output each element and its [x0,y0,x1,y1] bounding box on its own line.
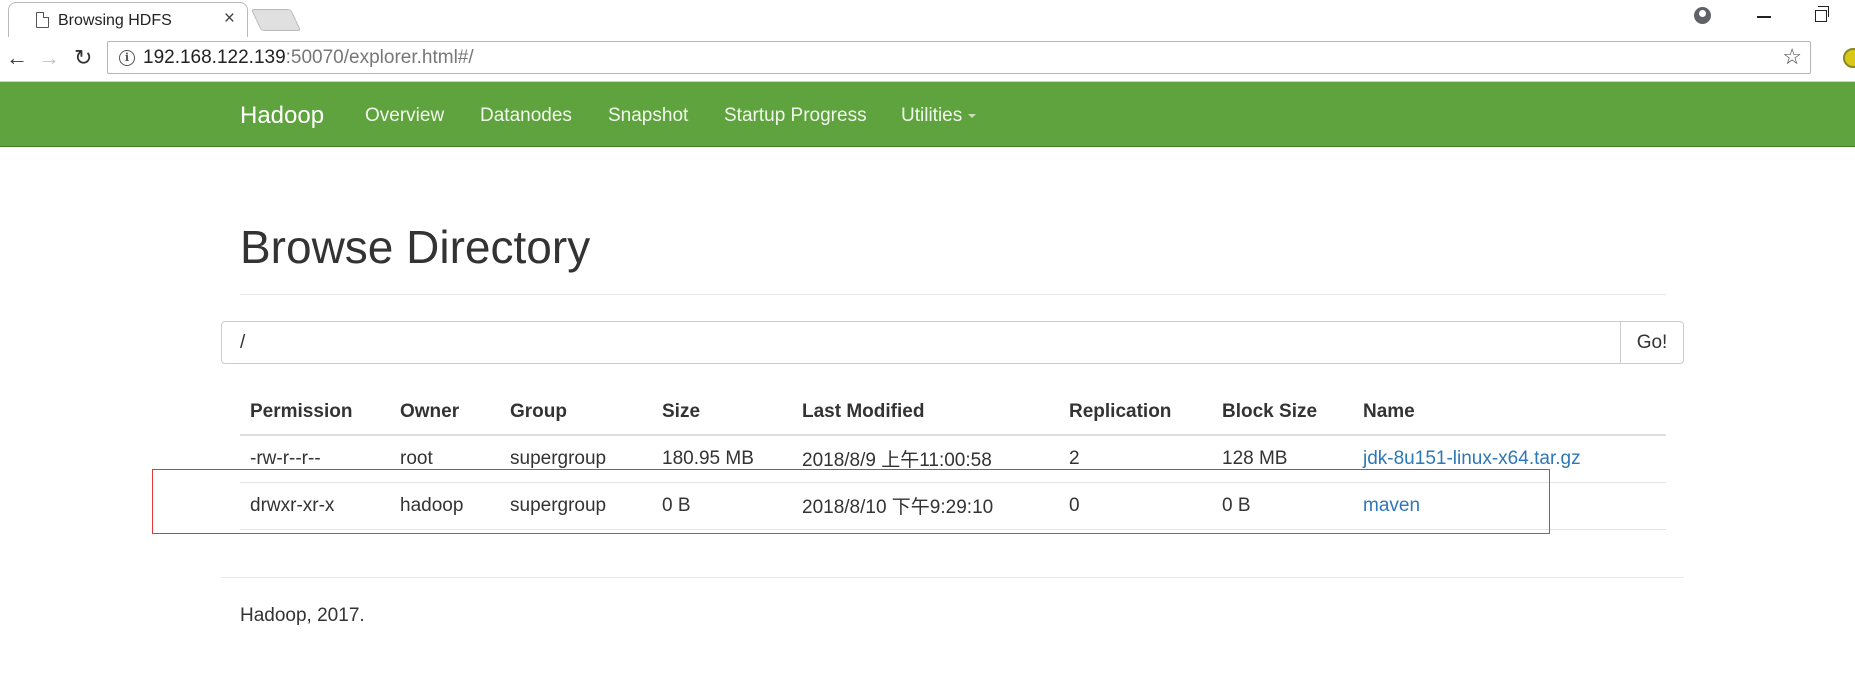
go-button[interactable]: Go! [1620,321,1684,364]
table-header-row: Permission Owner Group Size Last Modifie… [240,390,1666,436]
profile-icon[interactable] [1694,7,1711,24]
info-icon[interactable]: i [119,50,135,66]
column-header-owner[interactable]: Owner [390,390,500,436]
tab-title: Browsing HDFS [58,12,172,29]
back-icon[interactable]: ← [6,47,28,69]
nav-utilities[interactable]: Utilities [901,105,977,127]
nav-startup-progress[interactable]: Startup Progress [724,105,867,127]
title-divider [240,294,1666,295]
column-header-name[interactable]: Name [1353,390,1666,436]
url-path: :50070/explorer.html#/ [285,47,474,68]
browser-toolbar: ← → ↻ i 192.168.122.139:50070/explorer.h… [0,37,1855,82]
page-title: Browse Directory [240,221,591,273]
column-header-permission[interactable]: Permission [240,390,390,436]
bookmark-star-icon[interactable]: ☆ [1782,45,1802,69]
browser-tabstrip: Browsing HDFS × [0,0,1855,37]
footer-text: Hadoop, 2017. [240,605,365,626]
forward-icon[interactable]: → [38,47,60,69]
nav-utilities-label: Utilities [901,105,963,126]
address-bar[interactable]: i 192.168.122.139:50070/explorer.html#/ … [107,41,1811,74]
minimize-icon[interactable] [1757,16,1771,18]
column-header-block-size[interactable]: Block Size [1212,390,1353,436]
reload-icon[interactable]: ↻ [74,47,92,69]
file-link-jdk[interactable]: jdk-8u151-linux-x64.tar.gz [1363,448,1581,469]
column-header-size[interactable]: Size [652,390,792,436]
new-tab-button[interactable] [250,9,302,31]
path-search-group: Go! [221,321,1684,364]
column-header-group[interactable]: Group [500,390,652,436]
restore-icon[interactable] [1815,6,1829,22]
address-url[interactable]: 192.168.122.139:50070/explorer.html#/ [143,47,474,69]
path-input[interactable] [221,321,1621,364]
column-header-last-modified[interactable]: Last Modified [792,390,1059,436]
chevron-down-icon [968,113,977,118]
hadoop-navbar: Hadoop Overview Datanodes Snapshot Start… [0,82,1855,147]
document-icon [36,12,49,28]
annotation-highlight-box [152,469,1550,534]
nav-datanodes[interactable]: Datanodes [480,105,572,127]
browser-tab[interactable]: Browsing HDFS × [8,2,248,37]
tab-close-icon[interactable]: × [224,9,235,29]
navbar-brand[interactable]: Hadoop [240,102,324,130]
column-header-replication[interactable]: Replication [1059,390,1212,436]
extension-icon[interactable] [1843,48,1855,68]
nav-snapshot[interactable]: Snapshot [608,105,688,127]
url-host: 192.168.122.139 [143,47,286,68]
footer-divider [221,577,1684,578]
nav-overview[interactable]: Overview [365,105,444,127]
